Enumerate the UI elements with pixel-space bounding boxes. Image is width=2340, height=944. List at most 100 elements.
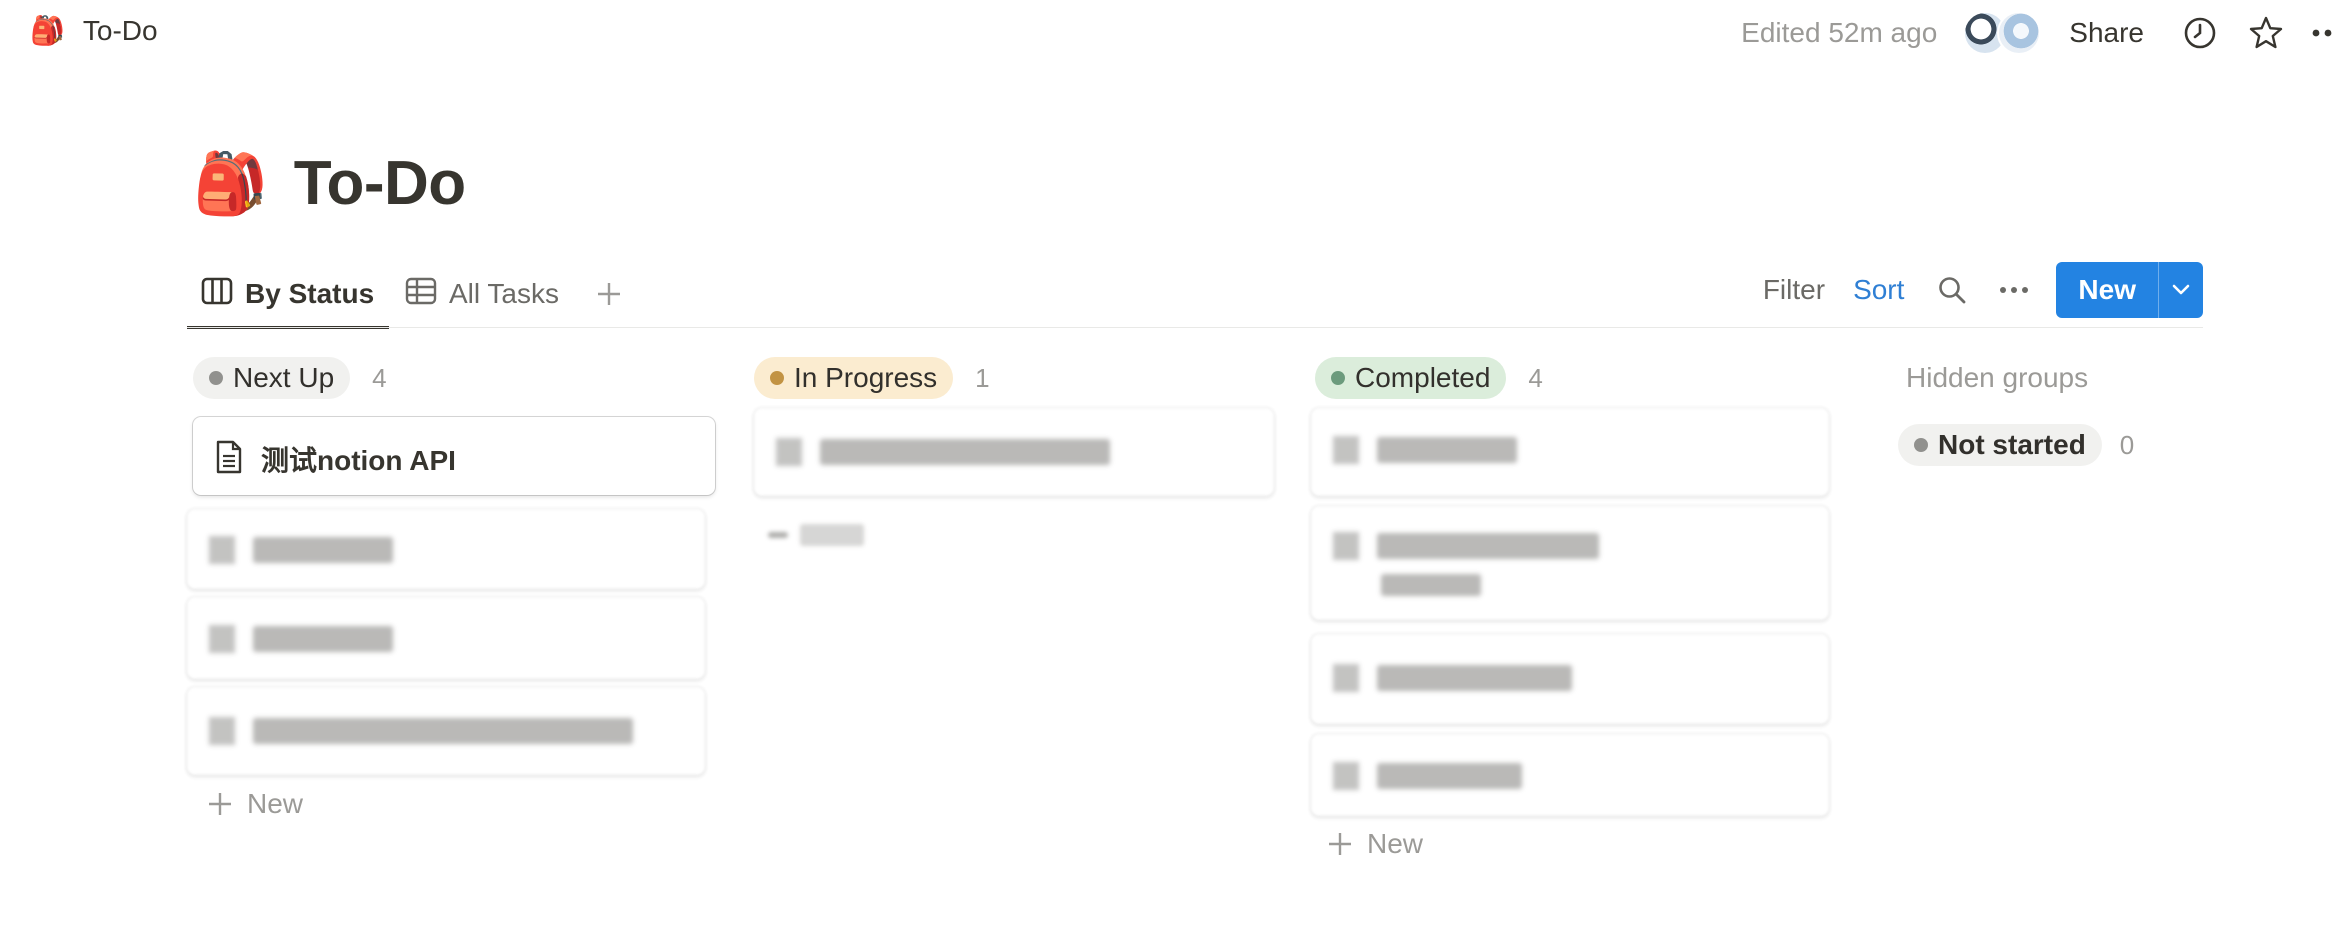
page-header: 🎒 To-Do	[193, 148, 466, 219]
filter-button[interactable]: Filter	[1763, 274, 1825, 306]
page-icon	[209, 625, 235, 653]
board-column-next-up: Next Up 4 测试notion API New	[187, 354, 719, 819]
status-dot	[1914, 438, 1928, 452]
redacted-text	[1377, 437, 1517, 463]
page-icon	[1333, 436, 1359, 464]
card-content	[1333, 664, 1572, 692]
plus-icon	[768, 532, 788, 538]
redacted-text	[253, 626, 393, 652]
tab-label: By Status	[245, 278, 375, 309]
share-button[interactable]: Share	[2069, 17, 2144, 49]
column-name: Next Up	[233, 362, 335, 393]
page-icon	[1333, 762, 1359, 790]
card-content	[1333, 532, 1599, 560]
column-header[interactable]: In Progress 1	[754, 354, 1280, 402]
redacted-text	[1377, 533, 1599, 559]
status-dot	[209, 371, 223, 385]
status-badge[interactable]: Not started	[1898, 424, 2102, 466]
add-card-button[interactable]: New	[1327, 828, 1423, 860]
column-name: Completed	[1355, 362, 1491, 393]
card-title: 测试notion API	[261, 445, 456, 476]
column-count: 1	[975, 362, 990, 393]
status-badge[interactable]: Next Up	[193, 357, 351, 399]
database-views-bar: By Status All Tasks Filter Sort New	[187, 262, 2203, 329]
status-badge[interactable]: Completed	[1315, 357, 1507, 399]
edited-timestamp[interactable]: Edited 52m ago	[1741, 17, 1937, 49]
card-content	[1333, 762, 1522, 790]
page-icon	[1333, 664, 1359, 692]
add-card-button[interactable]: New	[207, 788, 303, 820]
new-button-group: New	[2056, 262, 2203, 318]
page-icon	[215, 440, 243, 479]
column-header[interactable]: Completed 4	[1315, 354, 1841, 402]
collaborator-avatars[interactable]	[1963, 11, 2042, 55]
board-card[interactable]: 测试notion API	[193, 417, 715, 495]
new-button[interactable]: New	[2056, 262, 2158, 318]
breadcrumb[interactable]: 🎒 To-Do	[30, 14, 158, 47]
avatar[interactable]	[1997, 11, 2042, 55]
add-card-label: New	[1367, 828, 1424, 859]
page-icon	[209, 717, 235, 745]
board-card[interactable]	[1311, 734, 1829, 816]
page-icon-backpack[interactable]: 🎒	[193, 148, 268, 219]
board-card[interactable]	[187, 597, 705, 679]
page-icon	[1333, 532, 1359, 560]
redacted-text	[253, 718, 633, 744]
page-icon	[776, 438, 802, 466]
board-card[interactable]	[187, 509, 705, 589]
redacted-text	[800, 524, 864, 546]
tab-all-tasks[interactable]: All Tasks	[405, 270, 559, 318]
card-content	[209, 717, 633, 745]
column-name: In Progress	[794, 362, 938, 393]
status-dot	[1331, 371, 1345, 385]
page-icon	[209, 536, 235, 564]
history-icon[interactable]	[2178, 11, 2222, 55]
board-column-completed: Completed 4 New	[1311, 354, 1841, 859]
add-view-plus-icon[interactable]	[589, 274, 629, 314]
redacted-text	[820, 439, 1110, 465]
page-title[interactable]: To-Do	[294, 148, 466, 219]
column-count: 4	[372, 362, 387, 393]
card-content	[776, 438, 1110, 466]
hidden-group-name: Not started	[1938, 429, 2086, 460]
search-icon[interactable]	[1932, 270, 1972, 310]
redacted-text	[253, 537, 393, 563]
board-column-in-progress: In Progress 1	[754, 354, 1280, 546]
breadcrumb-title[interactable]: To-Do	[83, 15, 158, 47]
more-icon[interactable]	[2310, 11, 2340, 55]
redacted-text	[1377, 763, 1522, 789]
hidden-group-row[interactable]: Not started 0	[1898, 424, 2134, 466]
sort-button[interactable]: Sort	[1853, 274, 1904, 306]
card-content	[209, 536, 393, 564]
column-header[interactable]: Next Up 4	[193, 354, 719, 402]
hidden-groups-title: Hidden groups	[1906, 362, 2089, 393]
plus-icon	[1329, 833, 1351, 855]
board-card[interactable]	[187, 687, 705, 775]
tab-label: All Tasks	[449, 278, 559, 309]
card-content: 测试notion API	[215, 439, 456, 479]
redacted-text	[1381, 574, 1481, 596]
plus-icon	[209, 793, 231, 815]
star-icon[interactable]	[2244, 11, 2288, 55]
status-badge[interactable]: In Progress	[754, 357, 954, 399]
add-card-button[interactable]	[768, 524, 864, 546]
chevron-down-icon[interactable]	[2158, 262, 2203, 318]
board-card[interactable]	[754, 408, 1274, 496]
more-options-icon[interactable]	[1994, 270, 2034, 310]
views-divider	[187, 327, 2203, 328]
top-bar-actions: Edited 52m ago Share	[1741, 8, 2340, 58]
top-bar: 🎒 To-Do Edited 52m ago Share	[0, 0, 2340, 66]
redacted-text	[1377, 665, 1572, 691]
column-count: 4	[1528, 362, 1543, 393]
table-icon	[405, 277, 437, 312]
view-actions: Filter Sort New	[1763, 262, 2203, 318]
board-card[interactable]	[1311, 408, 1829, 496]
tab-by-status[interactable]: By Status	[201, 270, 374, 318]
add-card-label: New	[247, 788, 304, 819]
card-content	[1333, 436, 1517, 464]
hidden-group-count: 0	[2119, 429, 2135, 460]
backpack-icon: 🎒	[30, 15, 65, 46]
board-icon	[201, 277, 233, 312]
board-card[interactable]	[1311, 506, 1829, 620]
board-card[interactable]	[1311, 634, 1829, 724]
